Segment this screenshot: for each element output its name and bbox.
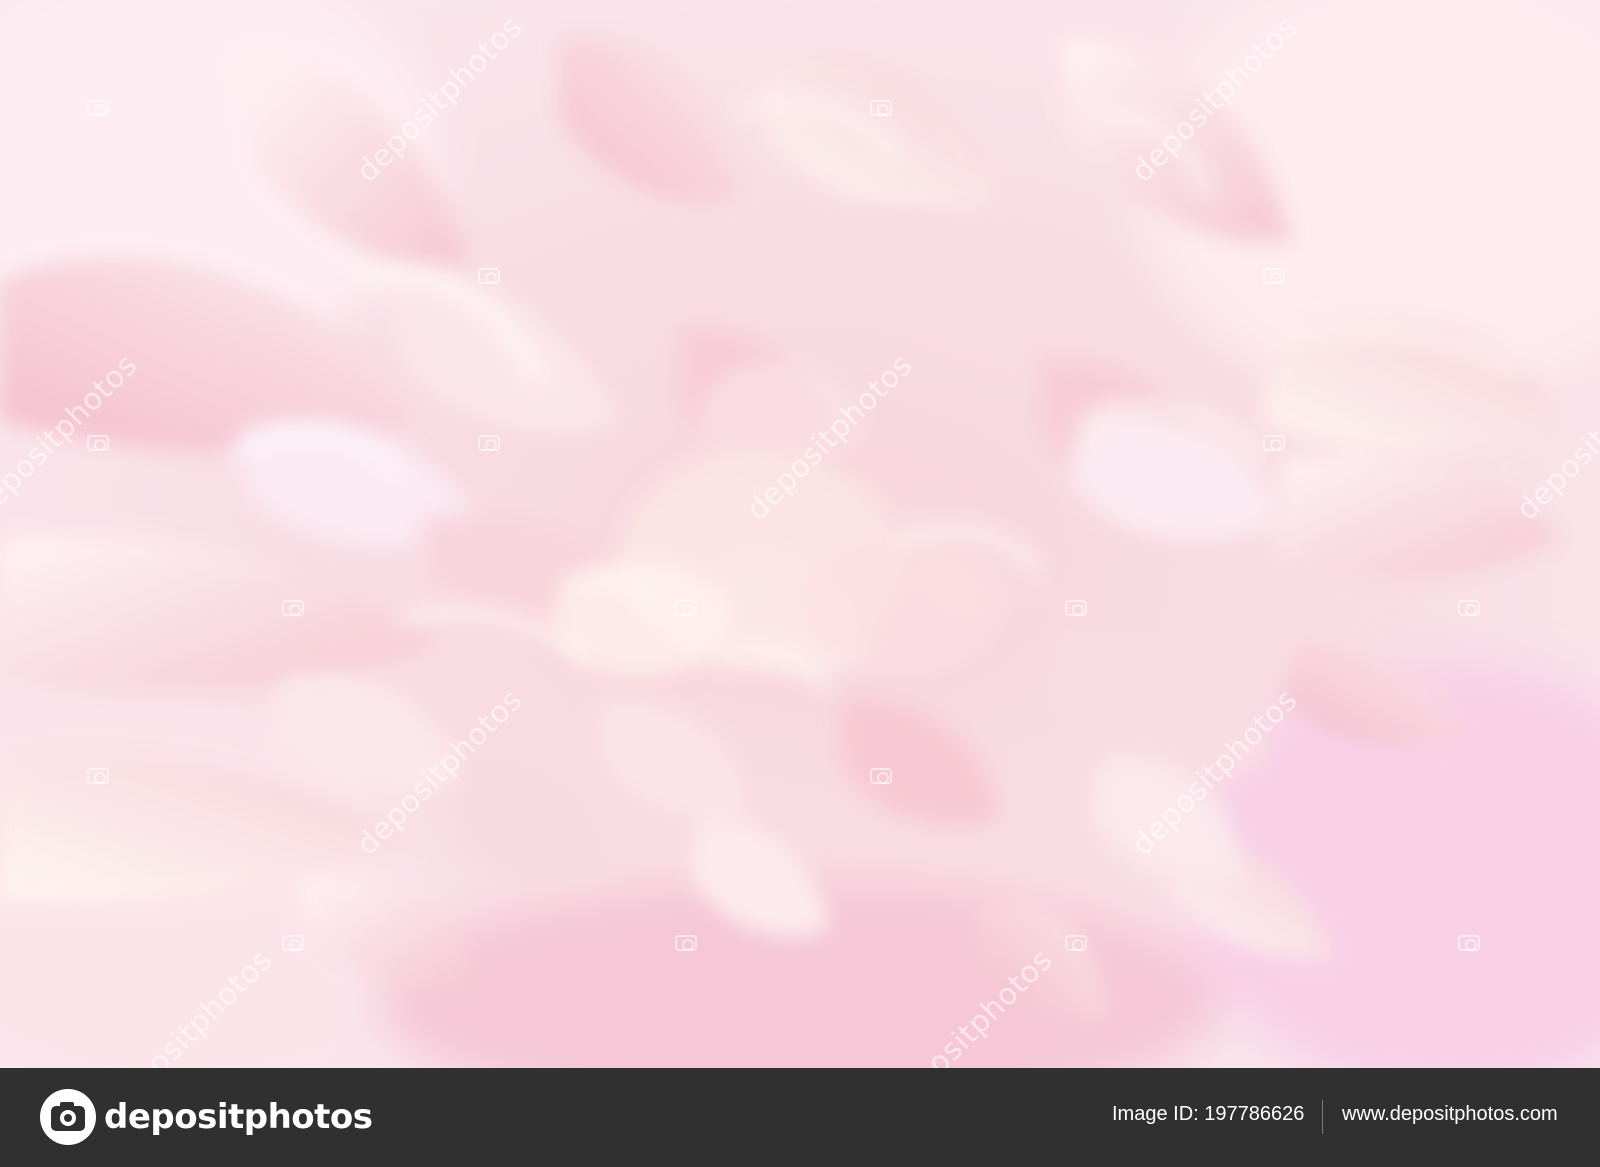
watermark-camera-icon xyxy=(675,935,697,951)
peony-petals-graphic xyxy=(0,0,1600,1068)
brand-name: depositphotos xyxy=(104,1097,373,1137)
watermark-camera-icon xyxy=(87,768,109,784)
watermark-camera-icon xyxy=(87,100,109,116)
watermark-camera-icon xyxy=(1263,268,1285,284)
watermark-camera-icon xyxy=(675,600,697,616)
depositphotos-logo[interactable]: depositphotos xyxy=(40,1088,373,1146)
watermark-camera-icon xyxy=(282,935,304,951)
watermark-camera-icon xyxy=(870,768,892,784)
camera-logo-icon xyxy=(40,1089,96,1145)
site-url-link[interactable]: www.depositphotos.com xyxy=(1342,1103,1558,1126)
watermark-camera-icon xyxy=(87,435,109,451)
footer-divider xyxy=(1322,1100,1323,1134)
watermark-camera-icon xyxy=(478,268,500,284)
watermark-camera-icon xyxy=(1458,600,1480,616)
watermark-camera-icon xyxy=(1065,935,1087,951)
image-id-text: Image ID: 197786626 xyxy=(1112,1103,1305,1125)
footer-bar: depositphotos Image ID: 197786626 www.de… xyxy=(0,1068,1600,1167)
watermark-camera-icon xyxy=(282,600,304,616)
peony-photo: depositphotos depositphotos depositphoto… xyxy=(0,0,1600,1068)
watermark-camera-icon xyxy=(1065,600,1087,616)
watermark-camera-icon xyxy=(1263,435,1285,451)
stock-photo-page: depositphotos depositphotos depositphoto… xyxy=(0,0,1600,1167)
watermark-camera-icon xyxy=(870,100,892,116)
watermark-camera-icon xyxy=(478,435,500,451)
watermark-camera-icon xyxy=(1458,935,1480,951)
